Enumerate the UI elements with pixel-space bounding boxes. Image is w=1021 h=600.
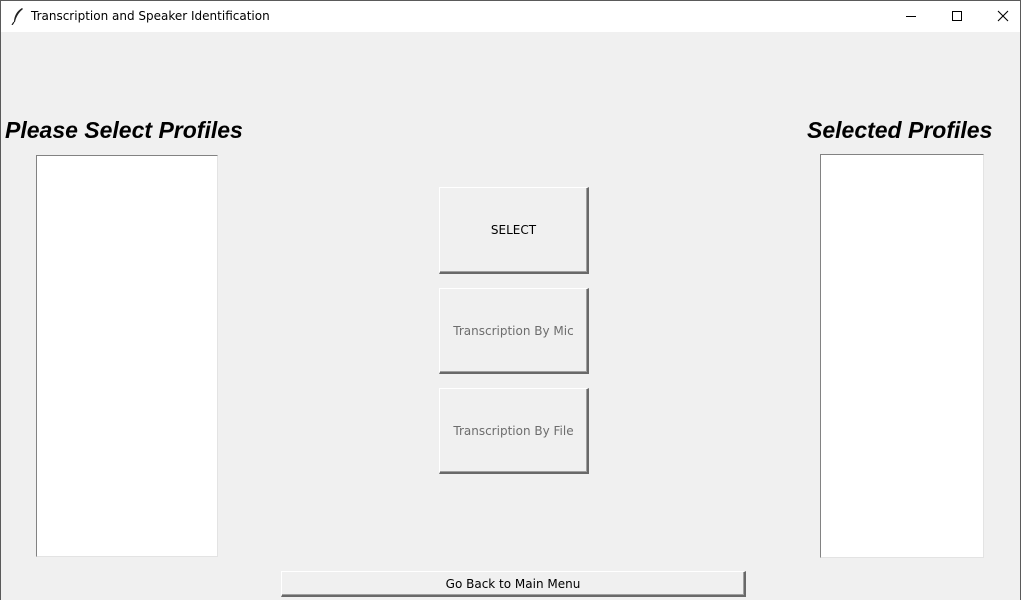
maximize-button[interactable] <box>934 1 980 31</box>
minimize-icon <box>905 7 917 26</box>
selected-profiles-heading: Selected Profiles <box>807 117 993 143</box>
maximize-icon <box>951 7 963 26</box>
please-select-profiles-heading: Please Select Profiles <box>5 117 243 143</box>
title-bar[interactable]: Transcription and Speaker Identification <box>1 0 1020 32</box>
back-to-main-menu-button[interactable]: Go Back to Main Menu <box>281 571 746 597</box>
close-button[interactable] <box>980 1 1021 31</box>
transcription-by-mic-button[interactable]: Transcription By Mic <box>439 288 589 374</box>
selected-profiles-listbox[interactable] <box>820 154 984 558</box>
available-profiles-listbox[interactable] <box>36 155 218 557</box>
app-window: Transcription and Speaker Identification… <box>0 0 1021 600</box>
close-icon <box>997 7 1009 26</box>
window-title: Transcription and Speaker Identification <box>31 9 270 23</box>
feather-icon <box>11 7 25 26</box>
transcription-by-file-button[interactable]: Transcription By File <box>439 388 589 474</box>
select-button[interactable]: SELECT <box>439 187 589 274</box>
minimize-button[interactable] <box>888 1 934 31</box>
